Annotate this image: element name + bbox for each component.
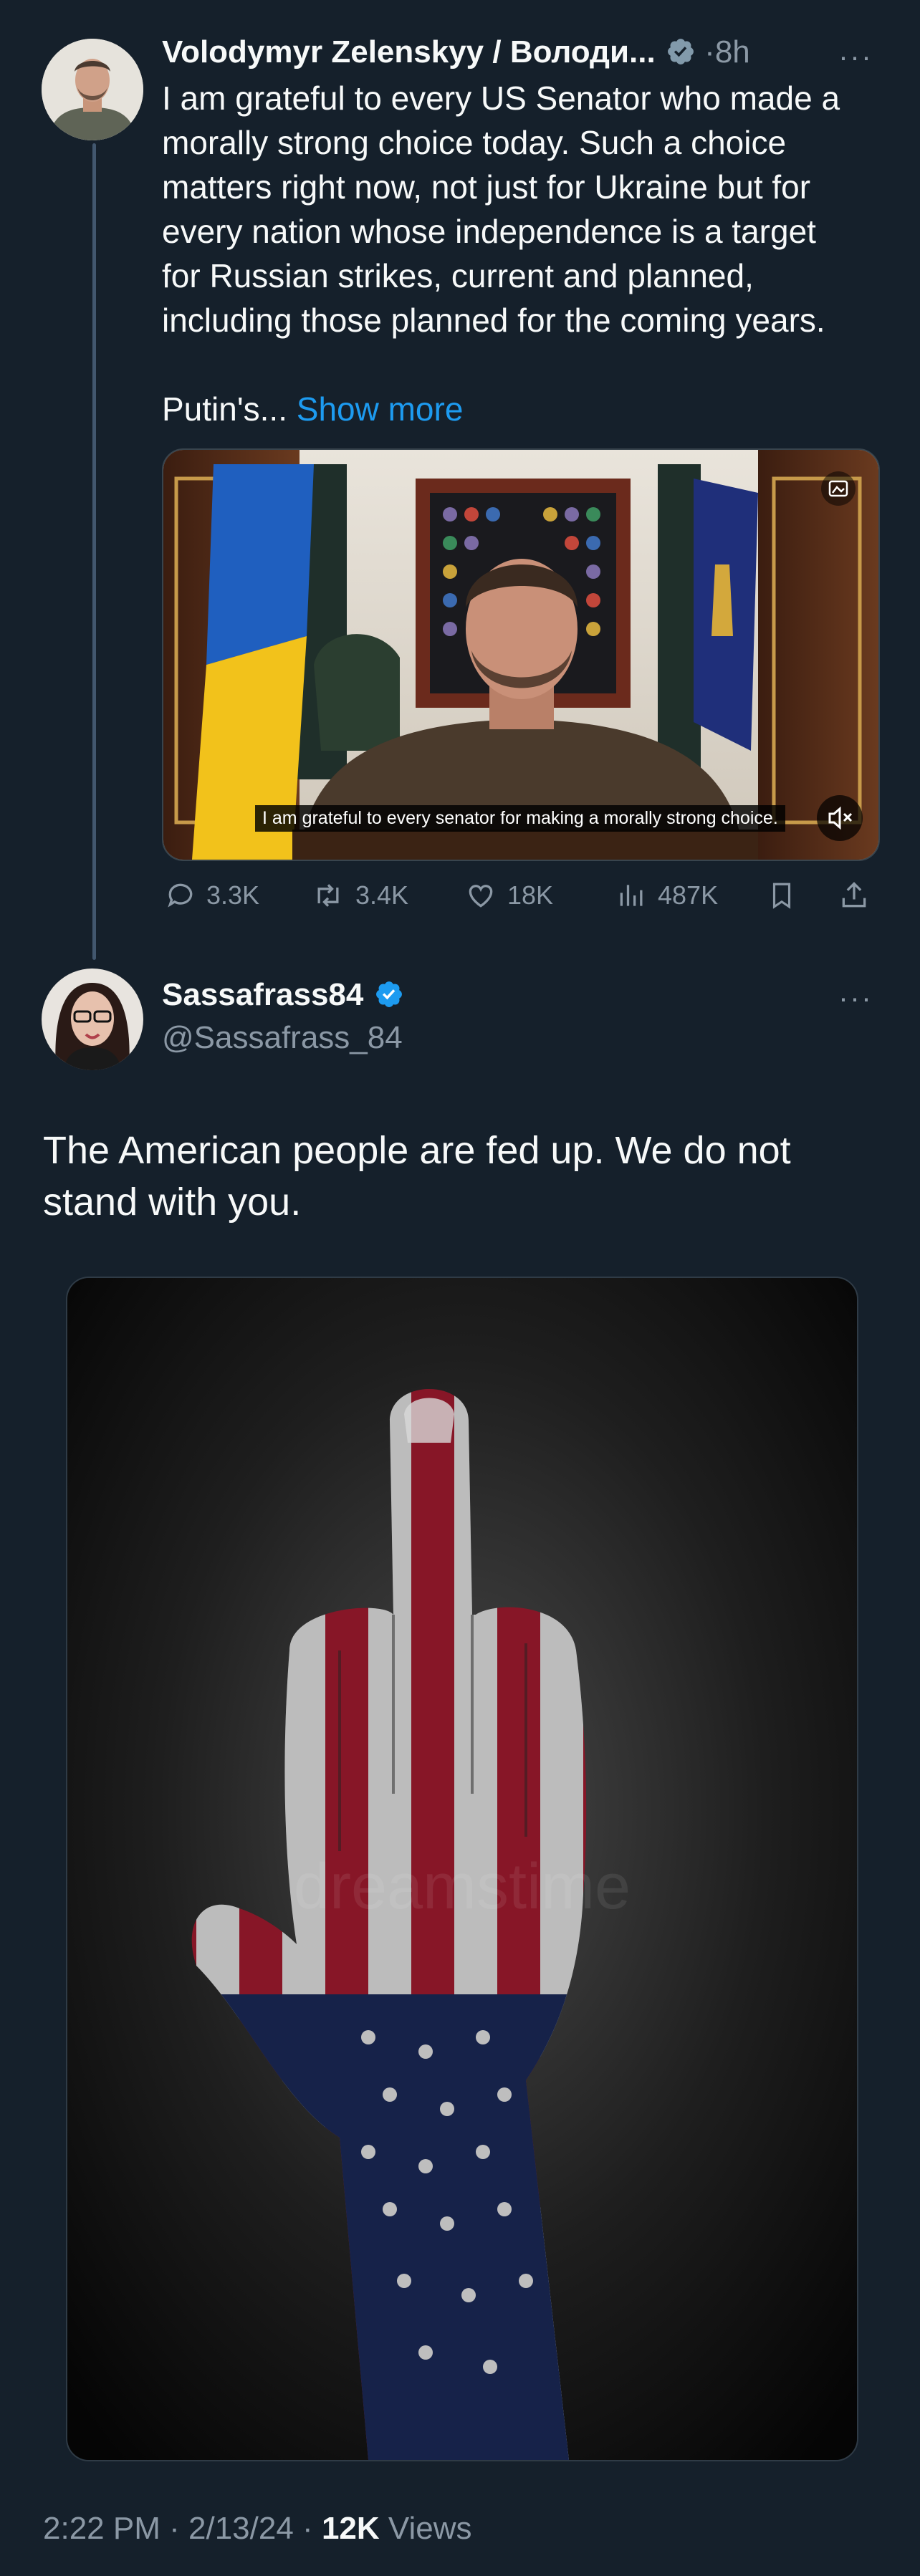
like-action[interactable]: 18K	[464, 880, 553, 911]
verified-blue-icon	[375, 981, 402, 1008]
repost-count: 3.4K	[355, 880, 409, 910]
post-time[interactable]: 2:22 PM	[43, 2511, 160, 2546]
tweet2-footer: 2:22 PM · 2/13/24 · 12K Views	[43, 2511, 471, 2547]
share-icon	[842, 882, 866, 908]
views-count: 12K	[321, 2511, 380, 2546]
zelenskyy-avatar[interactable]	[42, 39, 143, 140]
tweet2-handle[interactable]: @Sassafrass_84	[162, 1020, 403, 1056]
reply-icon	[168, 883, 193, 908]
views-icon	[620, 885, 643, 906]
mute-icon	[828, 806, 853, 830]
tweet1-line: for Russian strikes, current and planned…	[162, 257, 754, 294]
like-count: 18K	[507, 880, 554, 910]
share-action[interactable]	[838, 880, 870, 911]
separator: ·	[302, 2511, 313, 2546]
tweet2-line: stand with you.	[43, 1181, 302, 1224]
reply-action[interactable]: 3.3K	[165, 880, 259, 911]
image-watermark: dreamstime	[294, 1851, 631, 1923]
video-caption: I am grateful to every senator for makin…	[255, 805, 785, 832]
author-name-text[interactable]: Volodymyr Zelenskyy / Володи...	[162, 34, 656, 69]
separator: ·	[704, 34, 715, 69]
thread-line	[92, 143, 96, 960]
like-icon	[469, 885, 493, 908]
separator: ·	[169, 2511, 180, 2546]
repost-icon	[317, 884, 339, 907]
gif-icon	[828, 480, 848, 497]
views-label: Views	[388, 2511, 472, 2546]
tweet1-line: matters right now, not just for Ukraine …	[162, 168, 811, 206]
tweet1-time[interactable]: 8h	[715, 34, 750, 69]
bookmark-icon	[772, 883, 791, 909]
tweet1-line: every nation whose independence is a tar…	[162, 213, 816, 250]
sassafrass-avatar[interactable]	[42, 969, 143, 1070]
tweet1-text: I am grateful to every US Senator who ma…	[162, 76, 886, 431]
bookmark-action[interactable]	[767, 880, 797, 911]
tweet2-line: The American people are fed up. We do no…	[43, 1129, 791, 1172]
video-settings-button[interactable]	[821, 471, 856, 506]
video-frame	[163, 450, 878, 860]
author-name-text[interactable]: Sassafrass84	[162, 977, 363, 1012]
verified-gray-icon	[668, 39, 694, 65]
views-action[interactable]: 487K	[616, 880, 718, 911]
flag-hand-image: dreamstime	[67, 1278, 857, 2460]
tweet1-tail: Putin's...	[162, 390, 287, 428]
tweet1-line: morally strong choice today. Such a choi…	[162, 124, 787, 161]
tweet1-author-name[interactable]: Volodymyr Zelenskyy / Володи... ·8h	[162, 34, 750, 70]
views-count: 487K	[658, 880, 719, 910]
reply-count: 3.3K	[206, 880, 260, 910]
mute-button[interactable]	[817, 795, 863, 841]
tweet1-line: I am grateful to every US Senator who ma…	[162, 80, 840, 117]
show-more-link[interactable]: Show more	[297, 390, 464, 428]
tweet1-more-button[interactable]: ···	[838, 42, 873, 72]
post-date[interactable]: 2/13/24	[188, 2511, 294, 2546]
tweet1-line: including those planned for the coming y…	[162, 302, 825, 339]
tweet2-author-name[interactable]: Sassafrass84	[162, 977, 404, 1013]
repost-action[interactable]: 3.4K	[311, 880, 408, 911]
tweet1-video[interactable]: I am grateful to every senator for makin…	[162, 448, 880, 861]
tweet2-more-button[interactable]: ···	[838, 983, 873, 1013]
tweet2-text: The American people are fed up. We do no…	[43, 1125, 881, 1228]
tweet2-image[interactable]: dreamstime	[66, 1277, 858, 2461]
